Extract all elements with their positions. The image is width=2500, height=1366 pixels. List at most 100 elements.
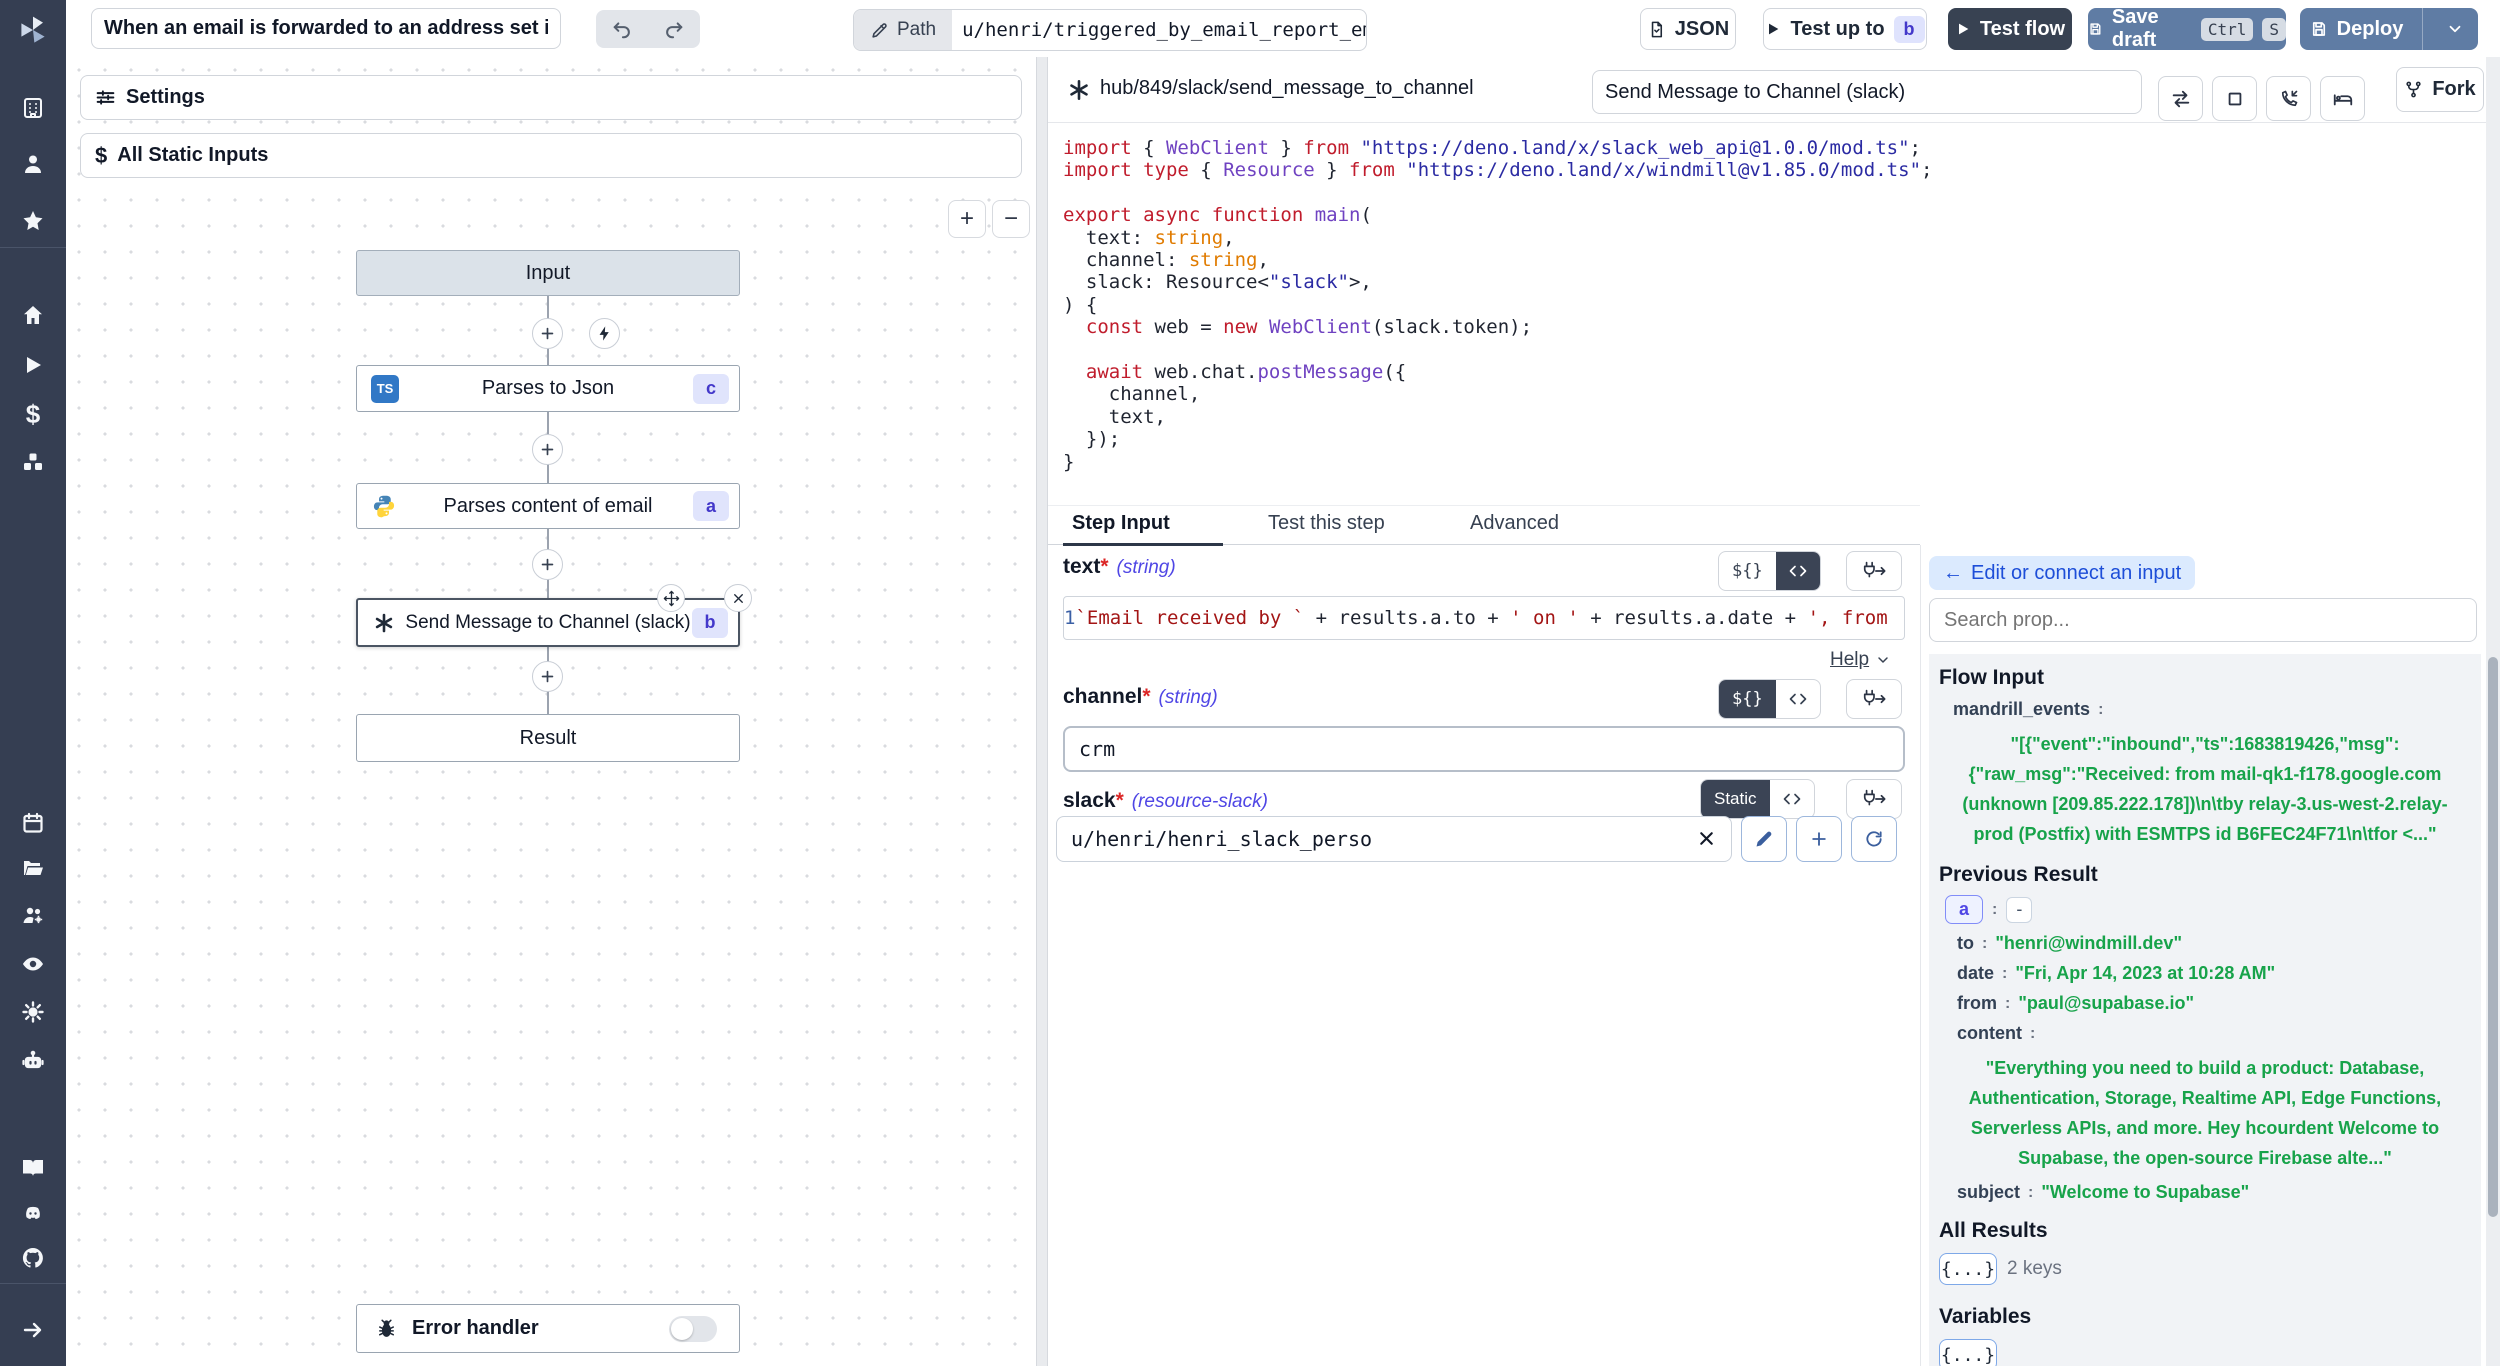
edit-resource-button[interactable] (1741, 816, 1787, 862)
code-editor-content[interactable]: import { WebClient } from "https://deno.… (1063, 137, 2463, 473)
channel-value-input[interactable] (1063, 726, 1905, 772)
sleep-step-button[interactable] (2320, 76, 2365, 121)
channel-mode-code[interactable] (1776, 680, 1820, 718)
add-resource-button[interactable] (1796, 816, 1842, 862)
plus-icon (1809, 829, 1829, 849)
prop-value-date[interactable]: "Fri, Apr 14, 2023 at 10:28 AM" (2015, 963, 2275, 984)
reload-script-button[interactable] (2158, 76, 2203, 121)
sidebar-item-favorites[interactable] (0, 201, 66, 241)
test-flow-button[interactable]: Test flow (1948, 8, 2072, 50)
sidebar-item-home[interactable] (0, 295, 66, 335)
prop-value-content[interactable]: "Everything you need to build a product:… (1943, 1053, 2467, 1173)
prop-entry-to[interactable]: to:"henri@windmill.dev" (1957, 933, 2471, 954)
sidebar-item-docs[interactable] (0, 1147, 66, 1187)
prop-entry-subject[interactable]: subject:"Welcome to Supabase" (1957, 1182, 2471, 1203)
window-scrollbar[interactable] (2486, 57, 2500, 1366)
plug-arrow-icon (1861, 561, 1887, 581)
prop-entry-date[interactable]: date:"Fri, Apr 14, 2023 at 10:28 AM" (1957, 963, 2471, 984)
prop-value-subject[interactable]: "Welcome to Supabase" (2041, 1182, 2249, 1203)
sidebar-item-workspace[interactable] (0, 88, 66, 128)
sidebar-item-discord[interactable] (0, 1193, 66, 1233)
tab-test-this-step[interactable]: Test this step (1268, 512, 1385, 535)
scrollbar-thumb[interactable] (2488, 657, 2498, 1217)
add-step-button[interactable] (532, 549, 563, 580)
text-expression-content[interactable]: `Email received by ` + results.a.to + ' … (1075, 607, 1905, 629)
add-step-button[interactable] (532, 318, 563, 349)
sidebar-item-audit-logs[interactable] (0, 944, 66, 984)
channel-mode-template[interactable]: ${} (1719, 680, 1776, 718)
variables-expand-button[interactable]: {...} (1939, 1339, 1997, 1366)
flow-node-input[interactable]: Input (356, 250, 740, 296)
webhook-call-button[interactable] (2266, 76, 2311, 121)
flow-node-result[interactable]: Result (356, 714, 740, 762)
clear-resource-button[interactable] (1696, 828, 1717, 849)
text-expression-editor[interactable]: 1 `Email received by ` + results.a.to + … (1063, 596, 1905, 640)
slack-mode-code[interactable] (1770, 780, 1814, 818)
flow-node-parses-content[interactable]: Parses content of email a (356, 483, 740, 529)
refresh-resource-button[interactable] (1851, 816, 1897, 862)
step-summary-input[interactable] (1592, 70, 2142, 114)
all-results-expand-button[interactable]: {...} (1939, 1253, 1997, 1285)
sidebar-item-github[interactable] (0, 1238, 66, 1278)
collapse-button[interactable]: - (2006, 897, 2032, 923)
flow-canvas[interactable]: Settings $ All Static Inputs + − Input T… (66, 57, 1036, 1366)
add-step-button[interactable] (532, 661, 563, 692)
flow-title-input[interactable] (91, 8, 561, 49)
flow-input-entry[interactable]: mandrill_events : (1953, 699, 2471, 720)
tab-step-input[interactable]: Step Input (1072, 512, 1170, 535)
slack-resource-input[interactable] (1056, 816, 1732, 862)
prop-entry-from[interactable]: from:"paul@supabase.io" (1957, 993, 2471, 1014)
undo-button[interactable] (596, 10, 648, 48)
sidebar-item-groups[interactable] (0, 895, 66, 935)
text-mode-code[interactable] (1776, 552, 1820, 590)
windmill-logo[interactable] (0, 10, 66, 50)
deploy-dropdown-button[interactable] (2432, 20, 2478, 38)
tab-advanced[interactable]: Advanced (1470, 512, 1559, 535)
prop-value-to[interactable]: "henri@windmill.dev" (1995, 933, 2182, 954)
zoom-in-button[interactable]: + (948, 200, 986, 238)
sidebar-item-variables[interactable]: $ (0, 394, 66, 434)
json-button[interactable]: JSON (1640, 8, 1736, 50)
sidebar-item-schedules[interactable] (0, 803, 66, 843)
trigger-button[interactable] (589, 318, 620, 349)
sidebar-item-resources[interactable] (0, 442, 66, 482)
zoom-out-button[interactable]: − (992, 200, 1030, 238)
flow-settings-button[interactable]: Settings (80, 75, 1022, 120)
prop-value-from[interactable]: "paul@supabase.io" (2018, 993, 2194, 1014)
delete-step-button[interactable] (724, 584, 752, 612)
all-static-inputs-button[interactable]: $ All Static Inputs (80, 133, 1022, 178)
add-step-button[interactable] (532, 434, 563, 465)
fork-button[interactable]: Fork (2396, 67, 2484, 112)
search-prop-input[interactable] (1929, 598, 2477, 642)
slack-mode-static[interactable]: Static (1701, 780, 1770, 818)
boxes-icon (21, 450, 45, 474)
error-handler-toggle[interactable] (669, 1316, 717, 1342)
slack-connect-input-button[interactable] (1846, 779, 1902, 819)
sidebar-item-settings[interactable] (0, 992, 66, 1032)
move-step-button[interactable] (657, 584, 685, 612)
save-draft-button[interactable]: Save draft Ctrl S (2088, 8, 2286, 50)
prop-entry-content[interactable]: content: (1957, 1023, 2471, 1044)
sidebar-item-workers[interactable] (0, 1041, 66, 1081)
text-connect-input-button[interactable] (1846, 551, 1902, 591)
test-up-to-button[interactable]: Test up to b (1763, 8, 1927, 50)
path-editor[interactable]: Path u/henri/triggered_by_email_report_e… (853, 9, 1367, 51)
deploy-button[interactable]: Deploy (2300, 18, 2413, 41)
help-link[interactable]: Help (1830, 649, 1891, 671)
hub-script-path[interactable]: hub/849/slack/send_message_to_channel (1100, 77, 1474, 100)
node-label: Result (520, 727, 577, 750)
expand-editor-button[interactable] (2212, 76, 2257, 121)
text-mode-template[interactable]: ${} (1719, 552, 1776, 590)
error-handler-node[interactable]: Error handler (356, 1304, 740, 1353)
result-a-badge[interactable]: a (1945, 895, 1983, 924)
channel-connect-input-button[interactable] (1846, 679, 1902, 719)
sidebar-item-runs[interactable] (0, 345, 66, 385)
mandrill-events-value[interactable]: "[{"event":"inbound","ts":1683819426,"ms… (1943, 729, 2467, 849)
sidebar-item-folders[interactable] (0, 848, 66, 888)
sidebar-collapse-button[interactable] (0, 1310, 66, 1350)
redo-button[interactable] (648, 10, 700, 48)
sidebar-item-user[interactable] (0, 144, 66, 184)
panel-splitter[interactable] (1036, 57, 1048, 1366)
edit-or-connect-button[interactable]: ← Edit or connect an input (1929, 556, 2195, 590)
flow-node-parses-to-json[interactable]: TS Parses to Json c (356, 365, 740, 412)
